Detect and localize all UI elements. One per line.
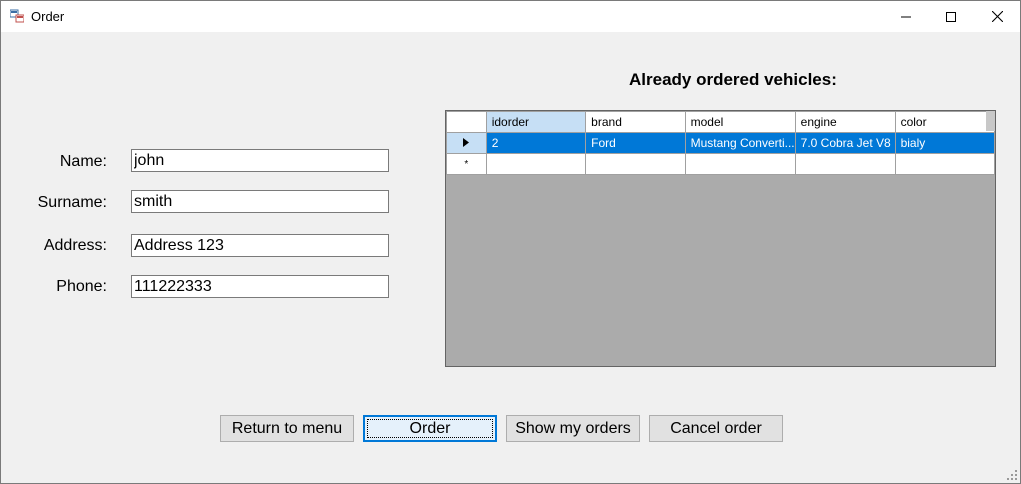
app-icon	[10, 9, 24, 23]
new-cell-idorder[interactable]	[485, 153, 587, 175]
column-header-color[interactable]: color	[894, 111, 996, 133]
minimize-button[interactable]	[883, 1, 929, 32]
address-field[interactable]	[131, 234, 389, 257]
window-title: Order	[31, 9, 65, 24]
surname-label: Surname:	[37, 194, 107, 211]
row-header-current[interactable]	[446, 132, 487, 154]
return-to-menu-button[interactable]: Return to menu	[220, 415, 354, 442]
new-cell-engine[interactable]	[794, 153, 896, 175]
new-cell-brand[interactable]	[585, 153, 686, 175]
column-header-model[interactable]: model	[684, 111, 796, 133]
orders-table: idorder brand model engine color 2 Ford …	[446, 111, 996, 175]
phone-label: Phone:	[56, 278, 107, 295]
phone-field[interactable]	[131, 275, 389, 298]
orders-grid[interactable]: idorder brand model engine color 2 Ford …	[445, 110, 996, 367]
new-cell-model[interactable]	[684, 153, 796, 175]
close-icon	[991, 11, 1003, 22]
close-button[interactable]	[974, 1, 1020, 32]
maximize-icon	[946, 11, 956, 22]
new-cell-color[interactable]	[894, 153, 996, 175]
order-button[interactable]: Order	[363, 415, 497, 442]
cell-brand[interactable]: Ford	[585, 132, 686, 154]
grid-scroll-edge	[986, 111, 995, 131]
minimize-icon	[901, 16, 911, 17]
order-window: Order Name: Surname: Address: Phone: Alr…	[0, 0, 1021, 484]
title-bar[interactable]: Order	[1, 1, 1020, 32]
orders-grid-title: Already ordered vehicles:	[629, 70, 837, 89]
column-header-engine[interactable]: engine	[794, 111, 896, 133]
name-field[interactable]	[131, 149, 389, 172]
column-header-brand[interactable]: brand	[585, 111, 686, 133]
cell-idorder[interactable]: 2	[485, 132, 587, 154]
address-label: Address:	[43, 237, 107, 254]
column-header-idorder[interactable]: idorder	[485, 111, 587, 133]
current-row-arrow-icon	[463, 138, 470, 147]
grid-corner[interactable]	[446, 111, 487, 133]
cell-model[interactable]: Mustang Converti...	[684, 132, 796, 154]
surname-field[interactable]	[131, 190, 389, 213]
new-row-marker: *	[446, 153, 487, 175]
maximize-button[interactable]	[928, 1, 974, 32]
cell-engine[interactable]: 7.0 Cobra Jet V8	[794, 132, 896, 154]
cell-color[interactable]: bialy	[894, 132, 996, 154]
resize-grip-icon[interactable]	[1007, 470, 1017, 480]
grid-header-row: idorder brand model engine color	[446, 111, 996, 133]
name-label: Name:	[59, 153, 107, 170]
new-row[interactable]: *	[446, 153, 996, 175]
table-row[interactable]: 2 Ford Mustang Converti... 7.0 Cobra Jet…	[446, 132, 996, 154]
show-my-orders-button[interactable]: Show my orders	[506, 415, 640, 442]
cancel-order-button[interactable]: Cancel order	[649, 415, 783, 442]
